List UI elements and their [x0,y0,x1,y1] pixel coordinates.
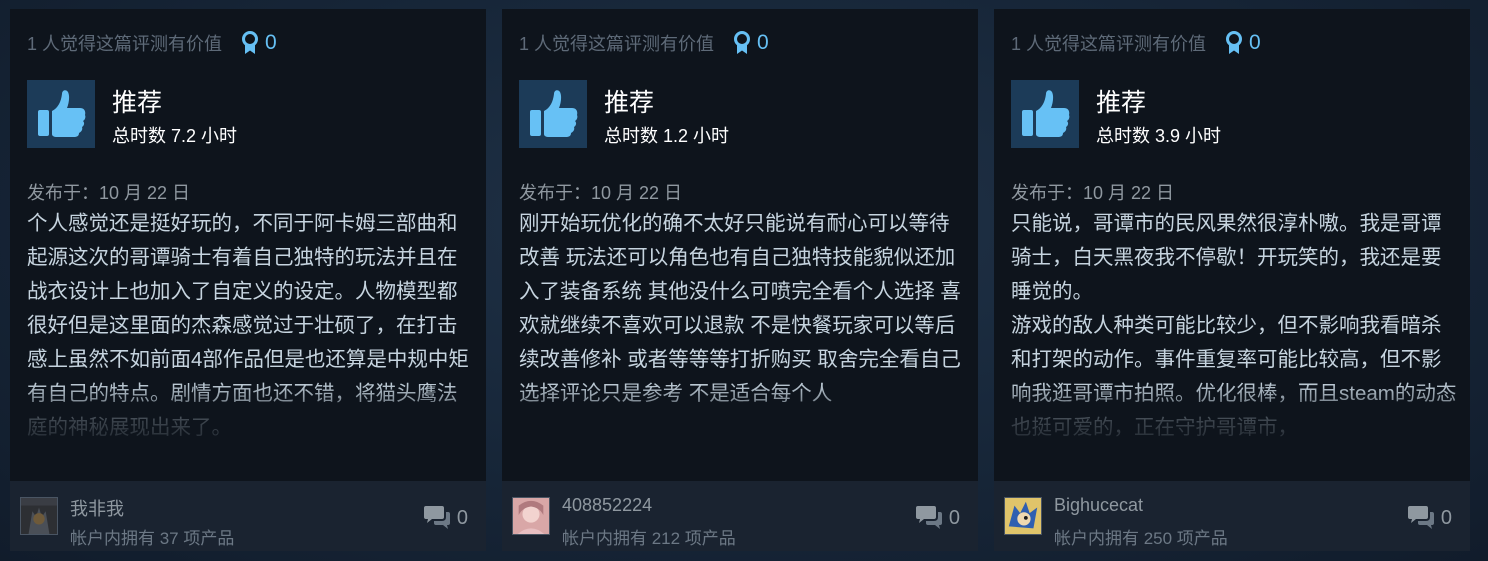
award-icon [1226,31,1243,54]
verdict: 推荐 总时数 1.2 小时 [519,80,729,148]
review-footer: 408852224 帐户内拥有 212 项产品 0 [502,481,978,551]
helpful-row: 1 人觉得这篇评测有价值 0 [27,31,277,55]
comment-button[interactable]: 0 [423,505,468,531]
comment-icon [423,506,450,529]
award-icon [242,31,259,54]
avatar[interactable] [20,497,58,535]
products-owned: 帐户内拥有 212 项产品 [562,529,736,548]
award-button[interactable]: 0 [240,31,277,55]
helpful-row: 1 人觉得这篇评测有价值 0 [1011,31,1261,55]
thumbs-up-icon[interactable] [27,80,95,148]
products-owned: 帐户内拥有 250 项产品 [1054,529,1228,548]
review-body[interactable]: 刚开始玩优化的确不太好只能说有耐心可以等待改善 玩法还可以角色也有自己独特技能貌… [519,207,967,449]
helpful-text: 1 人觉得这篇评测有价值 [519,34,715,54]
review-body[interactable]: 个人感觉还是挺好玩的，不同于阿卡姆三部曲和起源这次的哥谭骑士有着自己独特的玩法并… [27,207,475,449]
review-body[interactable]: 只能说，哥谭市的民风果然很淳朴嗷。我是哥谭骑士，白天黑夜我不停歇！开玩笑的，我还… [1011,207,1459,449]
recommendation-title[interactable]: 推荐 [604,88,729,118]
avatar[interactable] [1004,497,1042,535]
comment-button[interactable]: 0 [915,505,960,531]
award-count: 0 [265,31,277,54]
posted-date: 发布于：10 月 22 日 [1011,183,1175,203]
award-button[interactable]: 0 [1224,31,1261,55]
thumbs-up-icon[interactable] [519,80,587,148]
award-count: 0 [757,31,769,54]
award-count: 0 [1249,31,1261,54]
verdict: 推荐 总时数 3.9 小时 [1011,80,1221,148]
review-card: 1 人觉得这篇评测有价值 0 推荐 总时数 1.2 小时 发布于：10 月 22… [502,9,978,551]
author-name[interactable]: 408852224 [562,495,652,516]
helpful-text: 1 人觉得这篇评测有价值 [1011,34,1207,54]
helpful-text: 1 人觉得这篇评测有价值 [27,34,223,54]
avatar[interactable] [512,497,550,535]
author-name[interactable]: Bighucecat [1054,495,1143,516]
comment-count: 0 [948,506,960,529]
playtime-hours: 总时数 7.2 小时 [112,126,238,146]
comment-count: 0 [1440,506,1452,529]
author-name[interactable]: 我非我 [70,495,124,521]
review-footer: Bighucecat 帐户内拥有 250 项产品 0 [994,481,1470,551]
verdict: 推荐 总时数 7.2 小时 [27,80,237,148]
comment-button[interactable]: 0 [1407,505,1452,531]
posted-date: 发布于：10 月 22 日 [519,183,683,203]
award-icon [734,31,751,54]
recommendation-title[interactable]: 推荐 [1096,88,1221,118]
playtime-hours: 总时数 1.2 小时 [604,126,730,146]
comment-icon [1407,506,1434,529]
review-card: 1 人觉得这篇评测有价值 0 推荐 总时数 3.9 小时 发布于：10 月 22… [994,9,1470,551]
review-card: 1 人觉得这篇评测有价值 0 推荐 总时数 7.2 小时 发布于：10 月 22… [10,9,486,551]
comment-icon [915,506,942,529]
playtime-hours: 总时数 3.9 小时 [1096,126,1222,146]
recommendation-title[interactable]: 推荐 [112,88,237,118]
award-button[interactable]: 0 [732,31,769,55]
review-footer: 我非我 帐户内拥有 37 项产品 0 [10,481,486,551]
products-owned: 帐户内拥有 37 项产品 [70,529,235,548]
thumbs-up-icon[interactable] [1011,80,1079,148]
posted-date: 发布于：10 月 22 日 [27,183,191,203]
comment-count: 0 [456,506,468,529]
helpful-row: 1 人觉得这篇评测有价值 0 [519,31,769,55]
